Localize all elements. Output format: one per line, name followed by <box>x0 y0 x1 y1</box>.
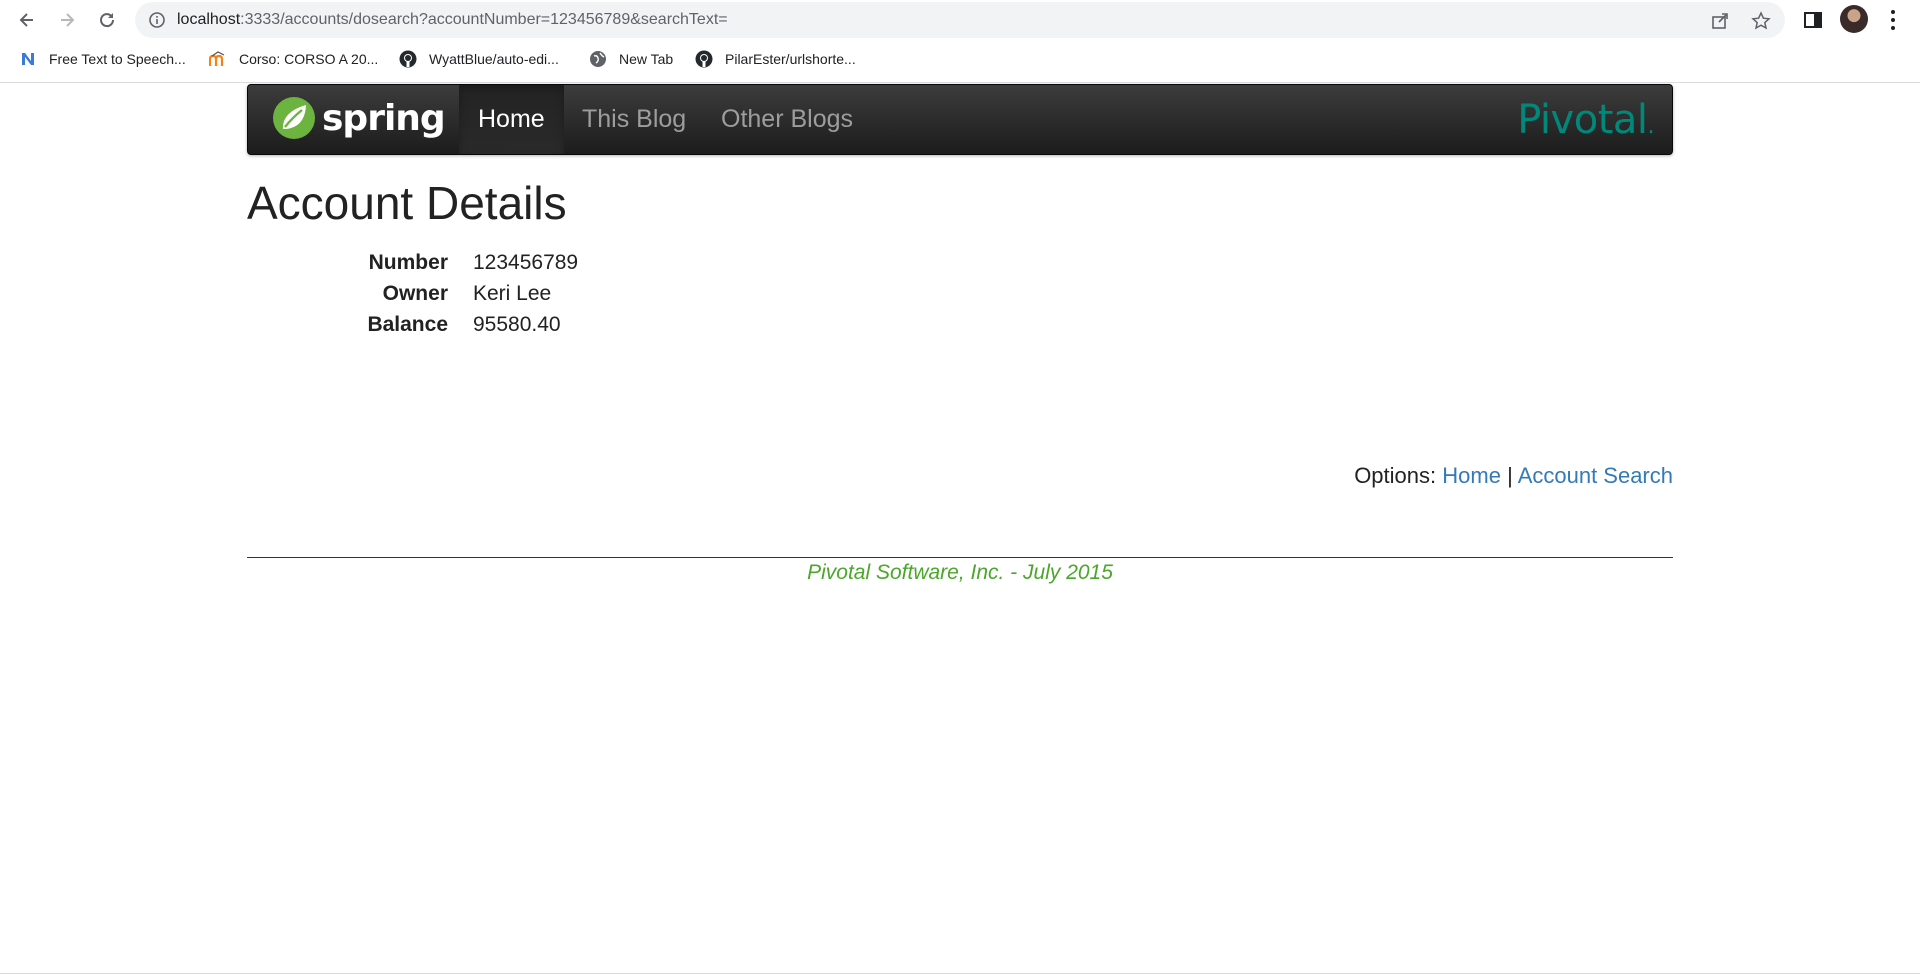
more-menu-icon[interactable] <box>1883 8 1903 32</box>
url-text[interactable]: localhost:3333/accounts/dosearch?account… <box>177 11 728 29</box>
star-icon[interactable] <box>1751 11 1771 31</box>
pivotal-logo-dot: . <box>1647 114 1655 139</box>
bookmark-new-tab[interactable]: New Tab <box>589 48 673 70</box>
forward-button[interactable] <box>51 4 83 36</box>
bookmark-label: PilarEster/urlshorte... <box>725 51 856 67</box>
detail-value: 95580.40 <box>473 312 561 336</box>
n-letter-icon <box>19 50 37 68</box>
detail-label: Number <box>368 250 448 274</box>
arrow-right-icon <box>61 13 75 27</box>
detail-label: Balance <box>367 312 448 336</box>
profile-avatar[interactable] <box>1840 5 1868 33</box>
bookmark-wyattblue[interactable]: WyattBlue/auto-edi... <box>399 48 559 70</box>
page-content: spring Home This Blog Other Blogs Pivota… <box>0 83 1920 975</box>
url-host: localhost <box>177 11 241 28</box>
github-icon <box>695 50 713 68</box>
nav-other-blogs-label: Other Blogs <box>721 105 854 133</box>
bookmark-label: Free Text to Speech... <box>49 51 186 67</box>
bookmarks-bar: Free Text to Speech... Corso: CORSO A 20… <box>0 44 1920 74</box>
bookmark-label: Corso: CORSO A 20... <box>239 51 379 67</box>
url-path: :3333/accounts/dosearch?accountNumber=12… <box>240 11 728 28</box>
account-details: Number 123456789 Owner Keri Lee Balance … <box>300 247 578 340</box>
browser-chrome: localhost:3333/accounts/dosearch?account… <box>0 0 1920 83</box>
back-button[interactable] <box>11 4 43 36</box>
nav-this-blog-label: This Blog <box>582 105 687 133</box>
brand-name: spring <box>322 97 446 139</box>
options-home-link[interactable]: Home <box>1442 463 1501 488</box>
address-bar[interactable]: localhost:3333/accounts/dosearch?account… <box>135 2 1785 38</box>
nav-this-blog[interactable]: This Blog <box>563 85 705 154</box>
spring-leaf-icon <box>273 97 315 139</box>
detail-value: Keri Lee <box>473 281 552 305</box>
footer-text: Pivotal Software, Inc. - July 2015 <box>807 561 1113 584</box>
globe-icon <box>589 50 607 68</box>
bookmark-label: WyattBlue/auto-edi... <box>429 51 559 67</box>
share-icon[interactable] <box>1710 11 1730 31</box>
spring-brand[interactable]: spring <box>272 95 446 141</box>
side-panel-icon[interactable] <box>1803 10 1823 30</box>
options-label: Options: <box>1354 463 1437 488</box>
bookmark-corso[interactable]: Corso: CORSO A 20... <box>209 48 378 70</box>
options-separator: | <box>1507 463 1513 488</box>
reload-button[interactable] <box>91 4 123 36</box>
detail-row-number: Number 123456789 <box>300 247 578 278</box>
options-account-search-link[interactable]: Account Search <box>1518 463 1673 488</box>
footer-divider <box>247 557 1673 558</box>
detail-label: Owner <box>382 281 448 305</box>
nav-other-blogs[interactable]: Other Blogs <box>702 85 872 154</box>
bookmark-free-text-to-speech[interactable]: Free Text to Speech... <box>19 48 186 70</box>
github-icon <box>399 50 417 68</box>
top-navbar: spring Home This Blog Other Blogs Pivota… <box>247 84 1673 155</box>
bookmark-label: New Tab <box>619 51 674 67</box>
reload-icon <box>100 13 115 28</box>
info-icon[interactable] <box>148 11 166 29</box>
pivotal-logo: Pivotal. <box>1517 97 1654 143</box>
pivotal-logo-text: Pivotal <box>1517 97 1648 143</box>
nav-home[interactable]: Home <box>459 85 564 154</box>
nav-home-label: Home <box>478 105 545 133</box>
window-bottom-divider <box>0 973 1920 974</box>
browser-toolbar: localhost:3333/accounts/dosearch?account… <box>0 0 1920 40</box>
bookmark-pilarester[interactable]: PilarEster/urlshorte... <box>695 48 856 70</box>
detail-row-balance: Balance 95580.40 <box>300 309 578 340</box>
options-bar: Options: Home | Account Search <box>1354 463 1673 489</box>
arrow-left-icon <box>19 13 33 27</box>
detail-value: 123456789 <box>473 250 579 274</box>
detail-row-owner: Owner Keri Lee <box>300 278 578 309</box>
moodle-icon <box>209 50 227 68</box>
page-title: Account Details <box>247 177 567 229</box>
